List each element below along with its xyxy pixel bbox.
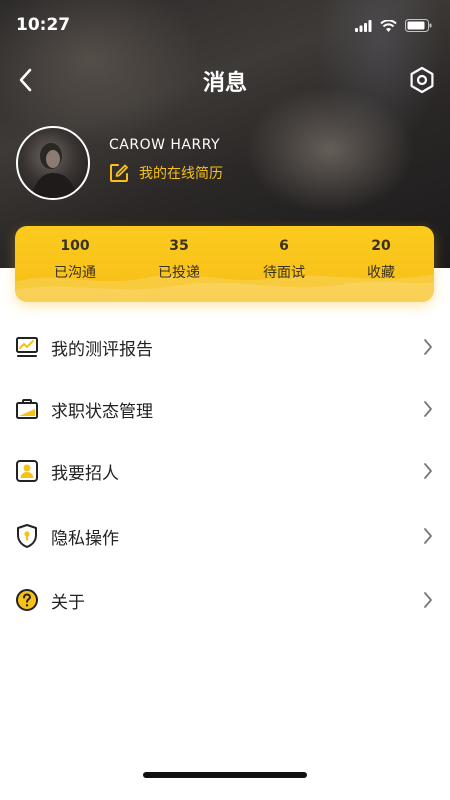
online-resume-label: 我的在线简历 [139,166,223,182]
status-icons [355,19,432,32]
chevron-right-icon [422,526,434,546]
stat-value: 100 [60,238,90,254]
recruit-person-icon [14,458,40,484]
stat-communicated[interactable]: 100 已沟通 [23,238,127,282]
stat-label: 已沟通 [54,265,96,281]
chevron-right-icon [422,590,434,610]
stat-value: 35 [169,238,189,254]
stat-interview[interactable]: 6 待面试 [232,238,336,282]
user-name: CAROW HARRY [109,137,221,153]
chevron-right-icon [422,337,434,357]
menu-item-recruit[interactable]: 我要招人 [0,440,450,502]
wifi-icon [380,19,397,32]
menu-label: 求职状态管理 [51,401,153,422]
briefcase-icon [14,396,40,422]
stat-delivered[interactable]: 35 已投递 [127,238,231,282]
chevron-right-icon [422,461,434,481]
shield-lock-icon [14,523,40,549]
online-resume-link[interactable]: 我的在线简历 [109,163,223,183]
menu-item-job-status[interactable]: 求职状态管理 [0,378,450,440]
chevron-right-icon [422,399,434,419]
battery-icon [405,19,432,32]
status-time: 10:27 [16,15,71,35]
avatar[interactable] [16,126,90,200]
settings-button[interactable] [406,63,438,97]
stats-card: 100 已沟通 35 已投递 6 待面试 20 收藏 [15,226,434,302]
navigation-bar: 消息 [0,55,450,105]
stat-label: 已投递 [158,265,200,281]
menu-label: 隐私操作 [51,528,119,549]
stat-label: 待面试 [263,265,305,281]
menu-label: 我的测评报告 [51,339,153,360]
menu-item-assessment-report[interactable]: 我的测评报告 [0,316,450,378]
menu-label: 关于 [51,592,85,613]
menu-item-privacy[interactable]: 隐私操作 [0,505,450,567]
stat-favorites[interactable]: 20 收藏 [329,238,433,282]
status-bar: 10:27 [0,0,450,50]
home-indicator[interactable] [143,772,307,778]
menu-item-about[interactable]: 关于 [0,569,450,631]
edit-icon [110,164,128,182]
stat-label: 收藏 [367,265,395,281]
chart-monitor-icon [14,334,40,360]
question-circle-icon [14,587,40,613]
menu-label: 我要招人 [51,463,119,484]
stat-value: 20 [371,238,391,254]
signal-icon [355,19,372,32]
hexagon-settings-icon [410,66,434,94]
avatar-person-icon [32,143,76,198]
page-title: 消息 [202,71,247,96]
stat-value: 6 [279,238,289,254]
